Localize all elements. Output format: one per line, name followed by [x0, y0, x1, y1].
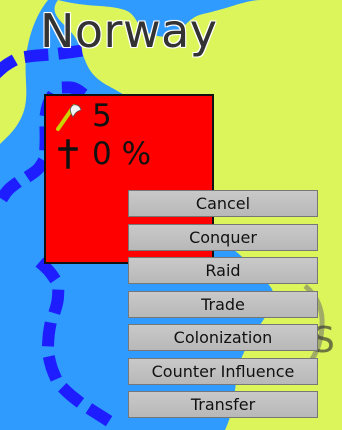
- axe-icon: [54, 100, 82, 132]
- counter-influence-button[interactable]: Counter Influence: [128, 357, 318, 385]
- army-stat: 5: [54, 100, 112, 132]
- army-value: 5: [92, 97, 112, 134]
- game-map[interactable]: Norway S 5 0 % Cancel Conquer Raid Trade: [0, 0, 342, 430]
- transfer-button[interactable]: Transfer: [128, 391, 318, 418]
- cancel-button[interactable]: Cancel: [128, 190, 318, 217]
- raid-button[interactable]: Raid: [128, 257, 318, 284]
- cross-icon: [54, 138, 82, 170]
- country-title: Norway: [40, 4, 218, 58]
- trade-button[interactable]: Trade: [128, 290, 318, 318]
- conquer-button[interactable]: Conquer: [128, 223, 318, 251]
- religion-value: 0 %: [92, 135, 152, 172]
- province-action-menu: Cancel Conquer Raid Trade Colonization C…: [128, 190, 318, 425]
- religion-stat: 0 %: [54, 138, 151, 170]
- colonization-button[interactable]: Colonization: [128, 324, 318, 351]
